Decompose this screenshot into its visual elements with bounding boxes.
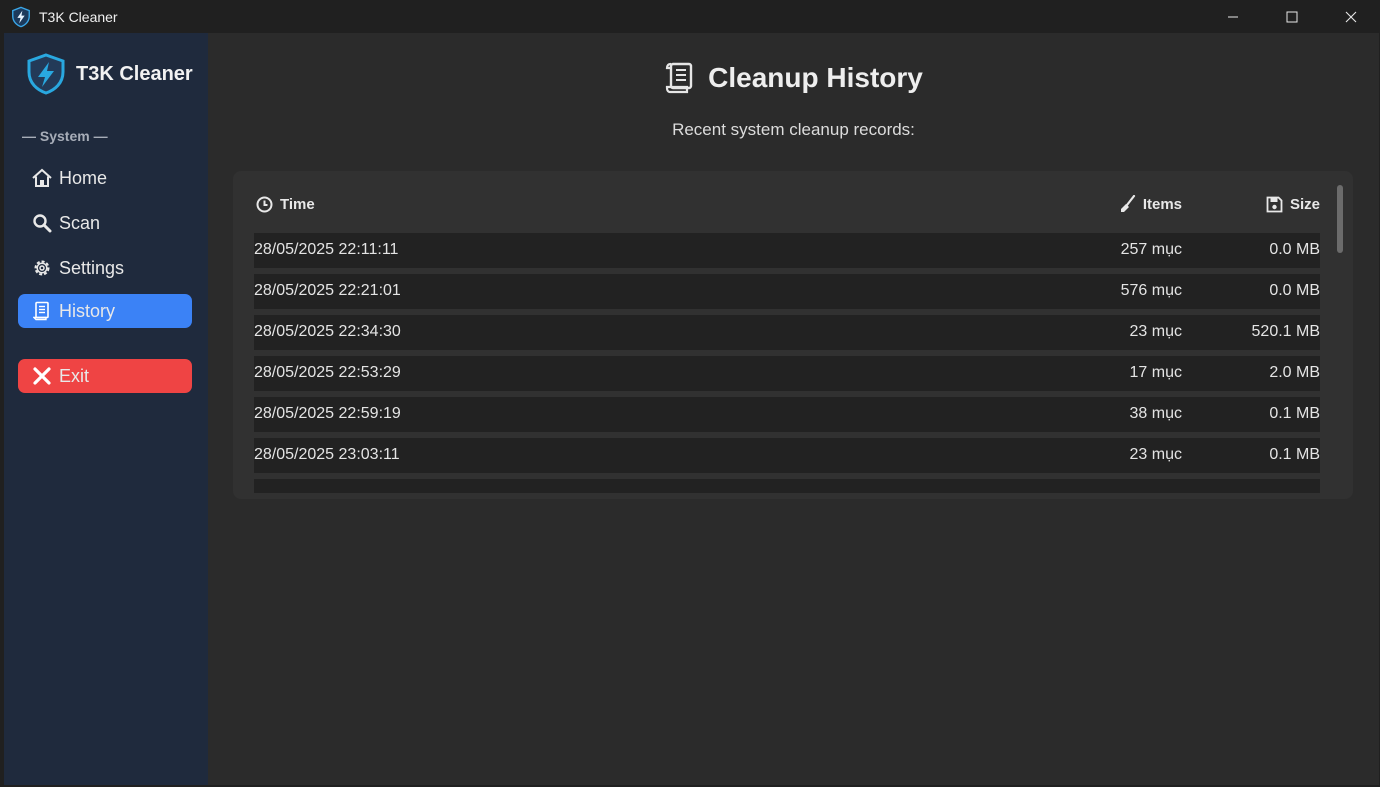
- table-scrollbar[interactable]: [1335, 183, 1345, 483]
- page-subtitle: Recent system cleanup records:: [672, 120, 915, 139]
- cell-items: 38 mục: [1129, 405, 1182, 422]
- header-items-label: Items: [1142, 195, 1182, 213]
- maximize-icon: [1286, 11, 1297, 22]
- header-time-label: Time: [280, 195, 315, 213]
- cell-items: 23 mục: [1129, 446, 1182, 463]
- table-row[interactable]: 28/05/2025 22:11:11 257 mục 0.0 MB: [254, 233, 1320, 268]
- search-icon: [31, 212, 53, 234]
- app-shield-icon: [12, 6, 30, 27]
- table-row[interactable]: 28/05/2025 22:21:01 576 mục 0.0 MB: [254, 274, 1320, 309]
- header-size-label: Size: [1289, 195, 1320, 213]
- table-row[interactable]: 28/05/2025 22:53:29 17 mục 2.0 MB: [254, 356, 1320, 391]
- exit-label: Exit: [59, 365, 90, 386]
- cell-time: 28/05/2025 22:11:11: [254, 241, 399, 258]
- close-x-icon: [31, 365, 53, 387]
- minimize-button[interactable]: [1203, 0, 1262, 33]
- cell-size: 0.0 MB: [1269, 241, 1320, 258]
- page-title-text: Cleanup History: [708, 62, 923, 93]
- history-table[interactable]: Time Items Size 28/05/2025 22:11:11 257 …: [233, 171, 1353, 499]
- brand: T3K Cleaner: [24, 53, 193, 95]
- brand-name: T3K Cleaner: [76, 62, 193, 85]
- sidebar: T3K Cleaner — System — Home Scan Setting…: [4, 33, 208, 785]
- floppy-disk-icon: [1266, 196, 1283, 212]
- clock-icon: [256, 196, 273, 212]
- page-title: Cleanup History: [208, 61, 1379, 95]
- nav-settings-label: Settings: [59, 257, 125, 278]
- table-header: Time Items Size: [254, 193, 1320, 215]
- scrollbar-thumb[interactable]: [1337, 185, 1343, 253]
- cell-size: 0.1 MB: [1269, 405, 1320, 422]
- scroll-icon: [31, 300, 53, 322]
- table-row[interactable]: 28/05/2025 23:03:11 23 mục 0.1 MB: [254, 438, 1320, 473]
- table-row[interactable]: 28/05/2025 22:34:30 23 mục 520.1 MB: [254, 315, 1320, 350]
- nav-home[interactable]: Home: [18, 161, 192, 195]
- cell-time: 28/05/2025 22:34:30: [254, 323, 401, 340]
- nav-history-label: History: [59, 300, 116, 321]
- cell-items: 576 mục: [1120, 282, 1182, 299]
- nav-history[interactable]: History: [18, 294, 192, 328]
- header-items[interactable]: Items: [1120, 193, 1182, 215]
- nav-home-label: Home: [59, 167, 108, 188]
- close-window-button[interactable]: [1321, 0, 1380, 33]
- cell-time: 28/05/2025 22:21:01: [254, 282, 401, 299]
- close-icon: [1345, 11, 1356, 22]
- header-time[interactable]: Time: [256, 193, 315, 215]
- cell-time: 28/05/2025 23:03:11: [254, 446, 400, 463]
- window-title: T3K Cleaner: [39, 8, 118, 25]
- cell-size: 520.1 MB: [1251, 323, 1320, 340]
- cell-size: 0.1 MB: [1269, 446, 1320, 463]
- nav-settings[interactable]: Settings: [18, 251, 192, 285]
- table-body: 28/05/2025 22:11:11 257 mục 0.0 MB 28/05…: [254, 233, 1320, 493]
- cell-items: 257 mục: [1120, 241, 1182, 258]
- cell-time: 28/05/2025 22:53:29: [254, 364, 401, 381]
- cell-size: 2.0 MB: [1269, 364, 1320, 381]
- title-bar: T3K Cleaner: [0, 0, 1380, 33]
- cell-items: 17 mục: [1129, 364, 1182, 381]
- table-row[interactable]: 28/05/2025 22:59:19 38 mục 0.1 MB: [254, 397, 1320, 432]
- broom-icon: [1120, 195, 1135, 212]
- maximize-button[interactable]: [1262, 0, 1321, 33]
- table-row[interactable]: [254, 479, 1320, 493]
- section-label: — System —: [22, 128, 108, 144]
- nav-scan[interactable]: Scan: [18, 206, 192, 240]
- gear-icon: [31, 257, 53, 279]
- exit-button[interactable]: Exit: [18, 359, 192, 393]
- scroll-icon: [666, 62, 693, 94]
- header-size[interactable]: Size: [1266, 193, 1320, 215]
- nav-scan-label: Scan: [59, 212, 101, 233]
- cell-items: 23 mục: [1129, 323, 1182, 340]
- main-content: Cleanup History Recent system cleanup re…: [208, 33, 1379, 785]
- home-icon: [31, 167, 53, 189]
- cell-size: 0.0 MB: [1269, 282, 1320, 299]
- brand-shield-icon: [27, 53, 65, 95]
- cell-time: 28/05/2025 22:59:19: [254, 405, 401, 422]
- minimize-icon: [1227, 16, 1238, 17]
